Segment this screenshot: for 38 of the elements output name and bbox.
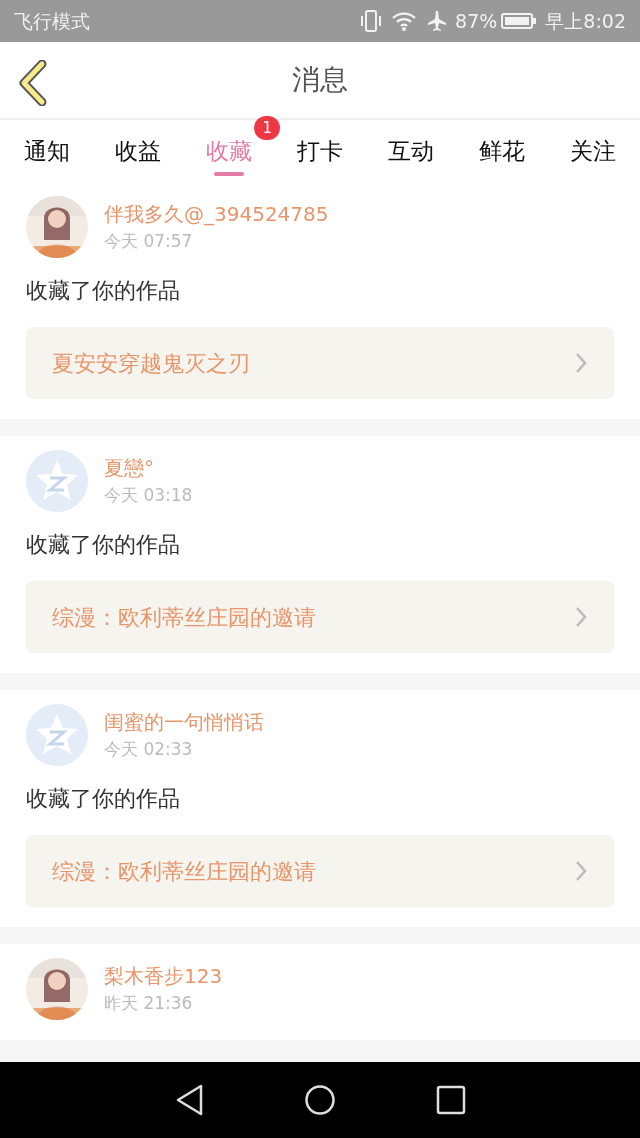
work-link[interactable]: 综漫：欧利蒂丝庄园的邀请: [26, 581, 614, 653]
chevron-right-icon: [574, 859, 588, 883]
back-nav-icon[interactable]: [174, 1083, 204, 1117]
username[interactable]: 梨木香步123: [104, 961, 223, 992]
username[interactable]: 闺蜜的一句悄悄话: [104, 707, 264, 738]
back-icon[interactable]: [18, 60, 48, 106]
default-avatar-icon: [26, 704, 88, 766]
tab[interactable]: 收益: [115, 122, 161, 180]
airplane-icon: [425, 10, 448, 32]
page-title: 消息: [292, 62, 348, 98]
clock: 早上8:02: [545, 8, 626, 34]
battery-icon: [501, 11, 538, 31]
timestamp: 昨天 21:36: [104, 992, 194, 1016]
tab[interactable]: 关注: [570, 122, 616, 180]
tab[interactable]: 通知: [24, 122, 70, 180]
username[interactable]: 伴我多久@_394524785: [104, 199, 329, 230]
timestamp: 今天 02:33: [104, 738, 194, 762]
tab[interactable]: 鲜花: [479, 122, 525, 180]
work-link[interactable]: 综漫：欧利蒂丝庄园的邀请: [26, 835, 614, 907]
count-badge: 1: [254, 116, 280, 140]
message-text: 收藏了你的作品: [26, 277, 181, 305]
username[interactable]: 夏戀°: [104, 453, 193, 484]
default-avatar-icon: [26, 450, 88, 512]
message-text: 收藏了你的作品: [26, 531, 181, 559]
tab[interactable]: 互动: [388, 122, 434, 180]
tab[interactable]: 打卡: [297, 122, 343, 180]
recents-nav-icon[interactable]: [436, 1085, 466, 1115]
message-text: 收藏了你的作品: [26, 785, 181, 813]
work-link[interactable]: 夏安安穿越鬼灭之刃: [26, 327, 614, 399]
battery-percentage: 87%: [455, 8, 498, 34]
home-nav-icon[interactable]: [304, 1084, 336, 1116]
status-text: 飞行模式: [14, 8, 90, 34]
timestamp: 今天 07:57: [104, 230, 194, 254]
chevron-right-icon: [574, 605, 588, 629]
vibrate-icon: [359, 8, 384, 34]
chevron-right-icon: [574, 351, 588, 375]
timestamp: 今天 03:18: [104, 484, 193, 508]
wifi-icon: [391, 10, 418, 32]
